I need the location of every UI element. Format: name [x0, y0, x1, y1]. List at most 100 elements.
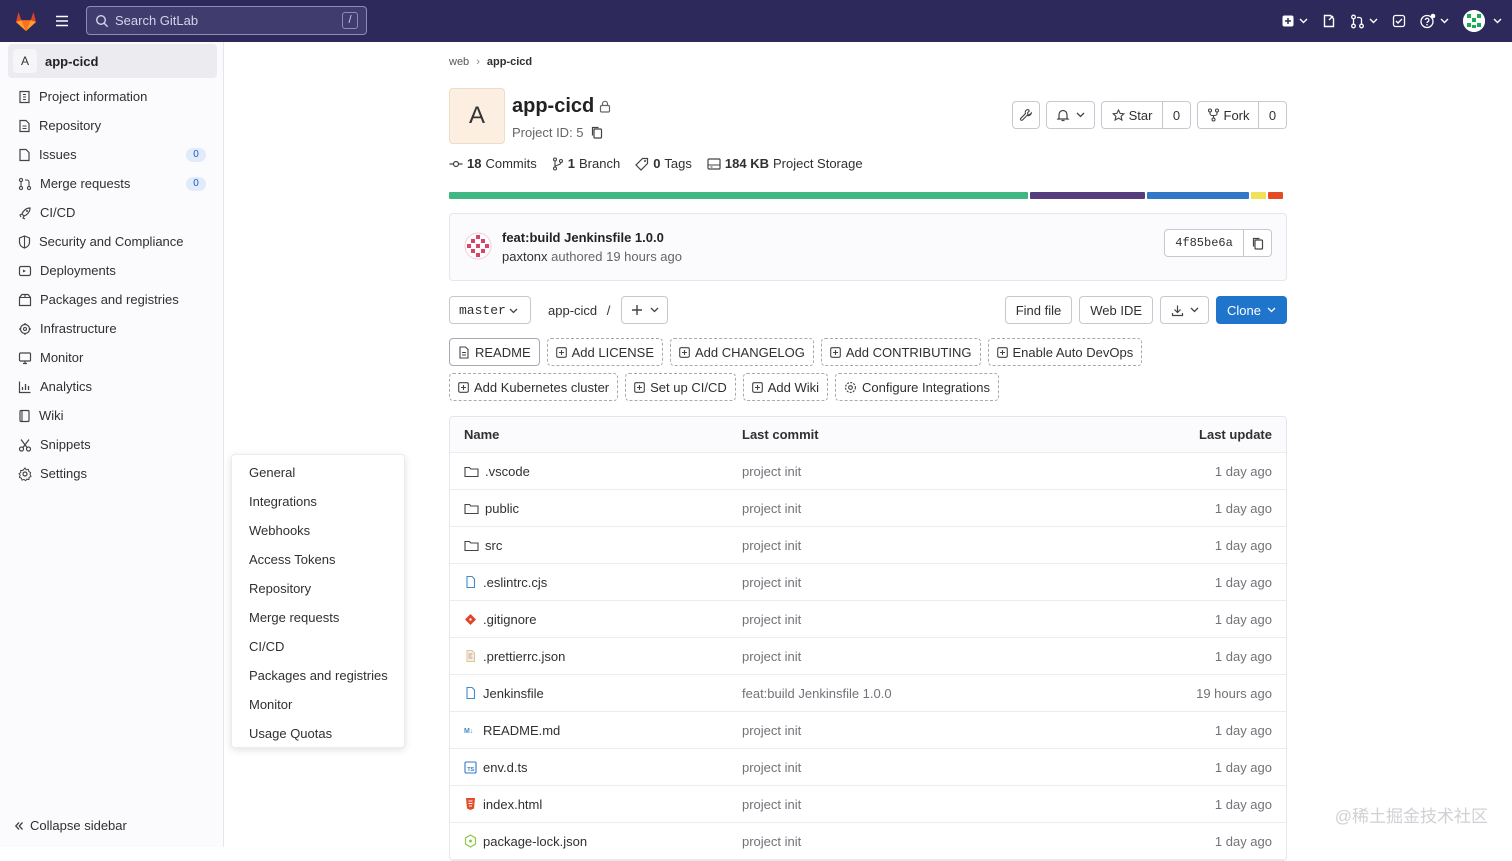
commit-sha[interactable]: 4f85be6a	[1164, 229, 1244, 257]
star-count[interactable]: 0	[1163, 101, 1191, 129]
issues-nav-button[interactable]	[1322, 14, 1336, 28]
sidebar-item-snippets[interactable]: Snippets	[0, 430, 224, 459]
file-name[interactable]: .gitignore	[483, 612, 536, 627]
flyout-item-cicd[interactable]: CI/CD	[232, 632, 404, 661]
language-segment[interactable]	[1030, 192, 1145, 199]
help-dropdown-button[interactable]	[1420, 13, 1449, 29]
enable-auto-devops-button[interactable]: Enable Auto DevOps	[987, 338, 1143, 366]
menu-icon[interactable]	[54, 13, 70, 29]
sidebar-item-cicd[interactable]: CI/CD	[0, 198, 224, 227]
table-row[interactable]: .prettierrc.json project init 1 day ago	[450, 638, 1286, 675]
repository-language-bar[interactable]	[449, 192, 1287, 199]
language-segment[interactable]	[449, 192, 1028, 199]
flyout-item-monitor[interactable]: Monitor	[232, 690, 404, 719]
search-input[interactable]: Search GitLab /	[86, 6, 367, 35]
web-ide-button[interactable]: Web IDE	[1079, 296, 1154, 324]
commit-author-avatar[interactable]	[464, 232, 492, 260]
file-last-commit[interactable]: project init	[742, 538, 801, 553]
sidebar-item-wiki[interactable]: Wiki	[0, 401, 224, 430]
commit-message[interactable]: feat:build Jenkinsfile 1.0.0	[502, 230, 664, 245]
merge-requests-nav-button[interactable]	[1350, 14, 1378, 29]
table-row[interactable]: public project init 1 day ago	[450, 490, 1286, 527]
copy-sha-button[interactable]	[1244, 229, 1272, 257]
flyout-item-usage-quotas[interactable]: Usage Quotas	[232, 719, 404, 748]
file-name[interactable]: .prettierrc.json	[483, 649, 565, 664]
table-row[interactable]: Jenkinsfile feat:build Jenkinsfile 1.0.0 1…	[450, 675, 1286, 712]
table-row[interactable]: src project init 1 day ago	[450, 527, 1286, 564]
sidebar-item-project-information[interactable]: Project information	[0, 82, 224, 111]
user-menu-button[interactable]	[1463, 10, 1502, 32]
language-segment[interactable]	[1147, 192, 1249, 199]
sidebar-item-repository[interactable]: Repository	[0, 111, 224, 140]
sidebar-project-header[interactable]: A app-cicd	[8, 44, 217, 78]
set-up-cicd-button[interactable]: Set up CI/CD	[625, 373, 736, 401]
table-row[interactable]: .eslintrc.cjs project init 1 day ago	[450, 564, 1286, 601]
sidebar-item-deployments[interactable]: Deployments	[0, 256, 224, 285]
file-last-commit[interactable]: project init	[742, 760, 801, 775]
flyout-item-general[interactable]: General	[232, 458, 404, 487]
notifications-dropdown[interactable]	[1046, 101, 1095, 129]
tags-stat[interactable]: 0 Tags	[635, 156, 692, 171]
file-name-cell[interactable]: TS env.d.ts	[464, 760, 528, 775]
add-wiki-button[interactable]: Add Wiki	[742, 373, 829, 401]
table-row[interactable]: M↓ README.md project init 1 day ago	[450, 712, 1286, 749]
file-last-commit[interactable]: project init	[742, 797, 801, 812]
sidebar-item-issues[interactable]: Issues 0	[0, 140, 224, 169]
todos-nav-button[interactable]	[1392, 14, 1406, 28]
table-row[interactable]: .gitignore project init 1 day ago	[450, 601, 1286, 638]
readme-button[interactable]: README	[449, 338, 540, 366]
file-last-commit[interactable]: project init	[742, 575, 801, 590]
flyout-item-webhooks[interactable]: Webhooks	[232, 516, 404, 545]
fork-button[interactable]: Fork	[1197, 101, 1259, 129]
language-segment[interactable]	[1268, 192, 1283, 199]
branches-stat[interactable]: 1 Branch	[552, 156, 620, 171]
sidebar-item-settings[interactable]: Settings	[0, 459, 224, 488]
table-row[interactable]: index.html project init 1 day ago	[450, 786, 1286, 823]
sidebar-item-merge-requests[interactable]: Merge requests 0	[0, 169, 224, 198]
file-name[interactable]: package-lock.json	[483, 834, 587, 849]
file-name[interactable]: README.md	[483, 723, 560, 738]
file-name[interactable]: env.d.ts	[483, 760, 528, 775]
branch-selector[interactable]: master	[449, 296, 531, 324]
file-last-commit[interactable]: project init	[742, 723, 801, 738]
file-name-cell[interactable]: .vscode	[464, 464, 530, 479]
fork-count[interactable]: 0	[1259, 101, 1287, 129]
file-name-cell[interactable]: M↓ README.md	[464, 723, 560, 738]
file-name[interactable]: public	[485, 501, 519, 516]
star-button[interactable]: Star	[1101, 101, 1163, 129]
file-name-cell[interactable]: public	[464, 501, 519, 516]
breadcrumb-parent[interactable]: web	[449, 56, 469, 68]
gitlab-logo-icon[interactable]	[14, 9, 38, 33]
flyout-item-merge-requests[interactable]: Merge requests	[232, 603, 404, 632]
file-last-commit[interactable]: project init	[742, 464, 801, 479]
sidebar-item-security[interactable]: Security and Compliance	[0, 227, 224, 256]
add-license-button[interactable]: Add LICENSE	[546, 338, 663, 366]
table-row[interactable]: package-lock.json project init 1 day ago	[450, 823, 1286, 860]
add-changelog-button[interactable]: Add CHANGELOG	[670, 338, 814, 366]
download-dropdown[interactable]	[1160, 296, 1210, 324]
file-name-cell[interactable]: .prettierrc.json	[464, 649, 565, 664]
flyout-item-repository[interactable]: Repository	[232, 574, 404, 603]
sidebar-item-analytics[interactable]: Analytics	[0, 372, 224, 401]
file-last-commit[interactable]: project init	[742, 501, 801, 516]
file-name-cell[interactable]: package-lock.json	[464, 834, 587, 849]
sidebar-item-infrastructure[interactable]: Infrastructure	[0, 314, 224, 343]
add-kubernetes-cluster-button[interactable]: Add Kubernetes cluster	[449, 373, 619, 401]
file-name[interactable]: .vscode	[485, 464, 530, 479]
file-name-cell[interactable]: .eslintrc.cjs	[464, 575, 547, 590]
file-name[interactable]: .eslintrc.cjs	[483, 575, 547, 590]
table-row[interactable]: .vscode project init 1 day ago	[450, 453, 1286, 490]
file-name-cell[interactable]: Jenkinsfile	[464, 686, 544, 701]
table-row[interactable]: TS env.d.ts project init 1 day ago	[450, 749, 1286, 786]
file-last-commit[interactable]: feat:build Jenkinsfile 1.0.0	[742, 686, 892, 701]
file-name-cell[interactable]: src	[464, 538, 502, 553]
flyout-item-access-tokens[interactable]: Access Tokens	[232, 545, 404, 574]
flyout-item-packages[interactable]: Packages and registries	[232, 661, 404, 690]
repo-path-root[interactable]: app-cicd	[548, 303, 597, 318]
file-last-commit[interactable]: project init	[742, 649, 801, 664]
file-last-commit[interactable]: project init	[742, 834, 801, 849]
admin-settings-button[interactable]	[1012, 101, 1040, 129]
collapse-sidebar-button[interactable]: Collapse sidebar	[14, 818, 127, 833]
breadcrumb-current[interactable]: app-cicd	[487, 56, 532, 68]
file-name-cell[interactable]: index.html	[464, 797, 542, 812]
